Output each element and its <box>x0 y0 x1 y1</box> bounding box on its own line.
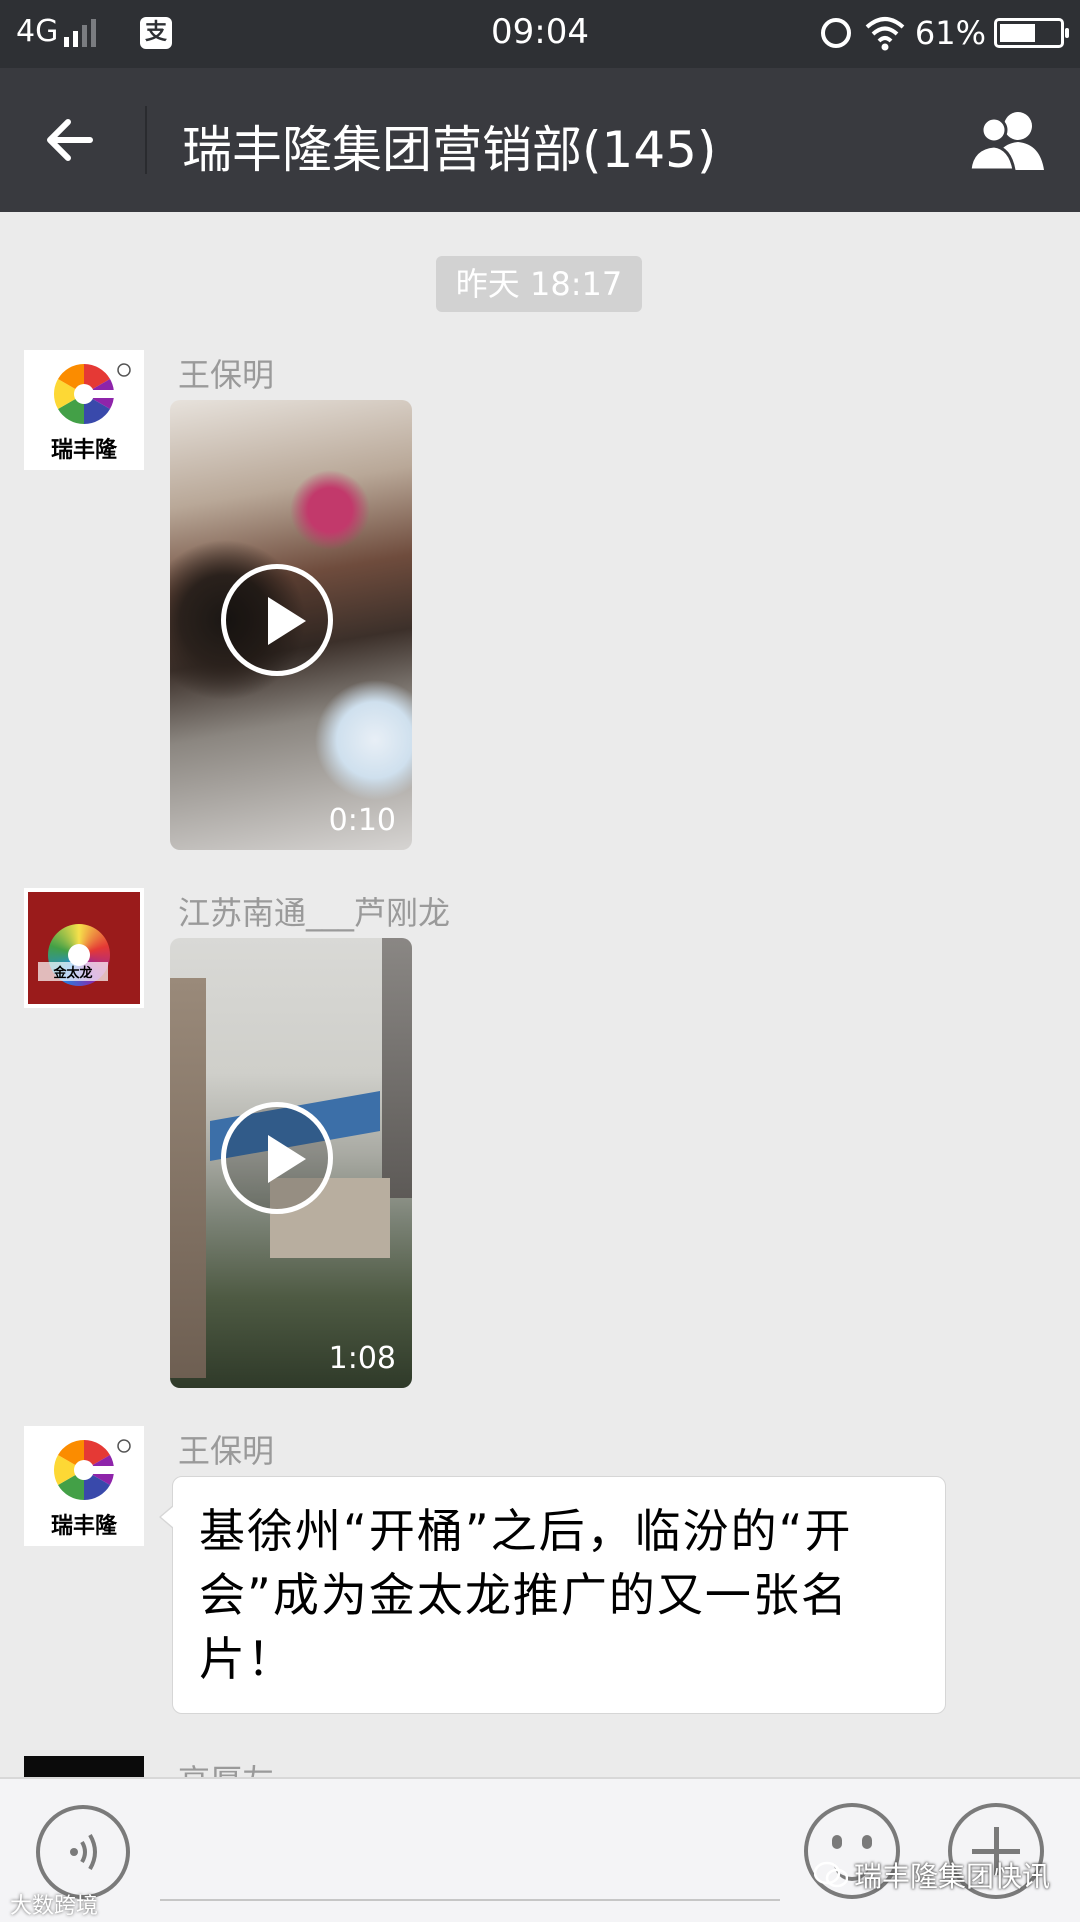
watermark-text: 瑞丰隆集团快讯 <box>853 1860 1050 1893</box>
chat-header: 瑞丰隆集团营销部(145) <box>0 68 1080 212</box>
message-input[interactable] <box>160 1899 780 1901</box>
avatar-caption: 金太龙 <box>38 962 108 981</box>
sender-name: 江苏南通___芦刚龙 <box>178 894 451 932</box>
battery-icon <box>994 18 1069 48</box>
text-message-bubble[interactable]: 基徐州“开桶”之后，临汾的“开会”成为金太龙推广的又一张名片！ <box>159 1476 946 1714</box>
sender-name: 王保明 <box>178 356 275 394</box>
watermark: 瑞丰隆集团快讯 <box>813 1855 1050 1895</box>
play-icon[interactable] <box>221 564 333 676</box>
sender-name: 王保明 <box>178 1432 275 1470</box>
alarm-icon <box>820 18 851 48</box>
header-divider <box>145 106 147 174</box>
wechat-icon <box>813 1861 848 1888</box>
timestamp-badge: 昨天 18:17 <box>436 256 642 312</box>
voice-icon[interactable] <box>36 1805 130 1899</box>
battery-fill <box>1000 24 1036 42</box>
avatar-caption: 瑞丰隆 <box>50 437 117 463</box>
chat-title: 瑞丰隆集团营销部(145) <box>182 121 717 179</box>
jintailong-logo-icon: 金太龙 <box>28 892 140 1004</box>
wifi-icon <box>865 17 905 51</box>
video-message[interactable]: 1:08 <box>170 938 412 1388</box>
play-icon[interactable] <box>221 1102 333 1214</box>
watermark-source: 大数跨境 <box>10 1894 99 1919</box>
avatar[interactable] <box>24 1756 144 1777</box>
battery-percent: 61% <box>914 14 986 52</box>
status-bar: 4G 支 09:04 61% <box>0 0 1080 68</box>
video-message[interactable]: 0:10 <box>170 400 412 850</box>
back-arrow-icon[interactable] <box>40 110 100 170</box>
avatar[interactable]: 瑞丰隆 <box>24 350 144 470</box>
group-members-icon[interactable] <box>966 108 1050 172</box>
avatar[interactable]: 瑞丰隆 <box>24 1426 144 1546</box>
sender-name: 高厚友 <box>178 1756 274 1777</box>
chat-area[interactable]: 昨天 18:17 瑞丰隆 王保明 0:10 金太龙 江苏南通___芦刚龙 1:0… <box>0 212 1080 1777</box>
video-duration: 1:08 <box>328 1341 396 1376</box>
input-bar <box>0 1777 1080 1922</box>
avatar[interactable]: 金太龙 <box>24 888 144 1008</box>
avatar-caption: 瑞丰隆 <box>50 1513 117 1539</box>
video-duration: 0:10 <box>328 803 396 838</box>
